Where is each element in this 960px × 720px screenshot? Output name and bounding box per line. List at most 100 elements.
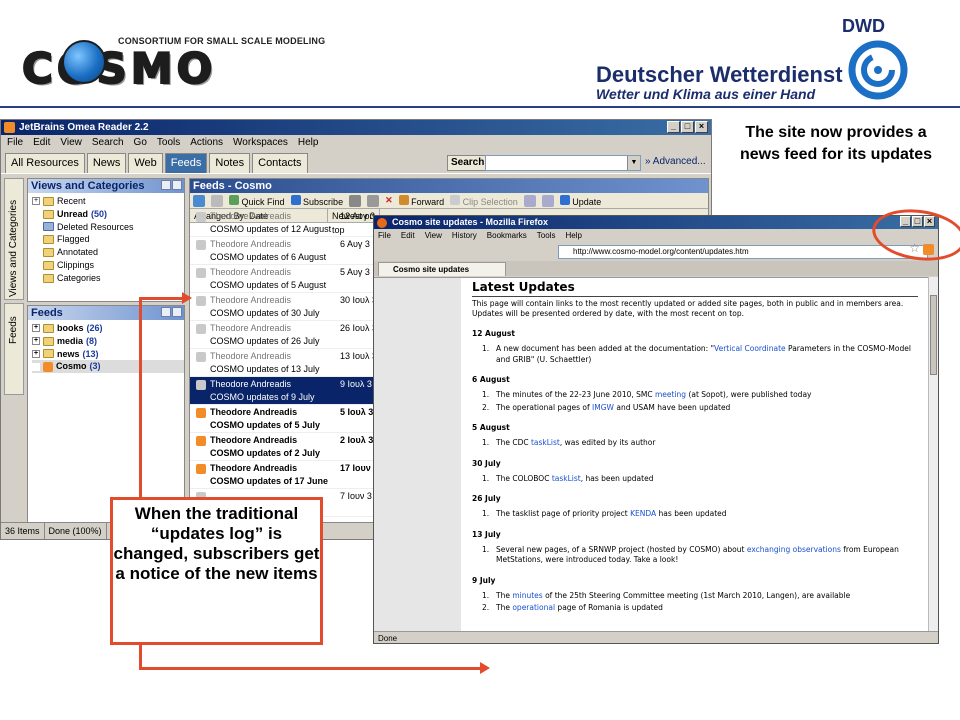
- view-unread[interactable]: Unread (50): [32, 208, 184, 221]
- tab-all-resources[interactable]: All Resources: [5, 153, 85, 173]
- forward-button[interactable]: Forward: [398, 194, 444, 207]
- update-link[interactable]: operational: [512, 603, 555, 612]
- menu-view[interactable]: View: [60, 135, 82, 150]
- update-date: 6 August: [472, 375, 510, 384]
- forward-icon[interactable]: [211, 194, 223, 207]
- list-item-unread[interactable]: Theodore Andreadis 5 Ιουλ 3 COSMO updates …: [190, 405, 380, 433]
- menu-workspaces[interactable]: Workspaces: [233, 135, 288, 150]
- layout-icon[interactable]: [541, 194, 554, 207]
- pane-close-button[interactable]: [172, 307, 182, 317]
- feed-folder-books[interactable]: + books (26): [32, 322, 184, 335]
- ff-menu-file[interactable]: File: [378, 229, 391, 243]
- list-item[interactable]: Theodore Andreadis 30 Ιουλ 3 COSMO updates…: [190, 293, 380, 321]
- tab-news[interactable]: News: [86, 153, 127, 173]
- update-link[interactable]: taskList: [552, 474, 581, 483]
- layout-icon[interactable]: [523, 194, 536, 207]
- view-flagged[interactable]: Flagged: [32, 233, 184, 246]
- delete-icon[interactable]: ✕: [385, 195, 393, 206]
- close-button[interactable]: ×: [695, 121, 708, 133]
- feed-folder-media[interactable]: + media (8): [32, 335, 184, 348]
- search-input[interactable]: [485, 155, 641, 171]
- rss-icon: [196, 408, 206, 418]
- update-link[interactable]: Vertical Coordinate: [714, 344, 786, 353]
- list-item[interactable]: Theodore Andreadis 26 Ιουλ 3 COSMO updates…: [190, 321, 380, 349]
- ff-menu-history[interactable]: History: [452, 229, 477, 243]
- firefox-page: Latest Updates This page will contain li…: [374, 277, 930, 631]
- page-scrollbar[interactable]: [928, 277, 938, 631]
- list-item-unread[interactable]: Theodore Andreadis 17 Ιουν 3 COSMO updates…: [190, 461, 380, 489]
- tab-contacts[interactable]: Contacts: [252, 153, 308, 173]
- expand-icon: +: [32, 197, 40, 206]
- pane-minimize-button[interactable]: [161, 307, 171, 317]
- ff-menu-tools[interactable]: Tools: [537, 229, 556, 243]
- ff-menu-bookmarks[interactable]: Bookmarks: [487, 229, 527, 243]
- update-button[interactable]: Update: [559, 194, 601, 207]
- update-link[interactable]: IMGW: [592, 403, 614, 412]
- callout-news-feed: The site now provides a news feed for it…: [739, 124, 933, 163]
- print-icon[interactable]: [349, 194, 362, 207]
- maximize-button[interactable]: □: [681, 121, 694, 133]
- globe-icon: [62, 40, 106, 84]
- firefox-navbar: http://www.cosmo-model.org/content/updat…: [374, 241, 938, 261]
- list-item-unread[interactable]: Theodore Andreadis 2 Ιουλ 3 COSMO updates …: [190, 433, 380, 461]
- callout-subscribers-notice: When the traditional “updates log” is ch…: [110, 497, 323, 645]
- advanced-search-link[interactable]: » Advanced...: [645, 156, 706, 167]
- menu-tools[interactable]: Tools: [157, 135, 180, 150]
- quick-find-button[interactable]: Quick Find: [229, 194, 285, 207]
- pane-close-button[interactable]: [172, 180, 182, 190]
- vtab-feeds[interactable]: Feeds: [4, 303, 24, 395]
- vtab-views-and-categories[interactable]: Views and Categories: [4, 178, 24, 300]
- view-clippings[interactable]: Clippings: [32, 259, 184, 272]
- update-link[interactable]: taskList: [531, 438, 560, 447]
- view-deleted[interactable]: Deleted Resources: [32, 221, 184, 234]
- tab-web[interactable]: Web: [128, 153, 163, 173]
- update-item: 1. A new document has been added at the d…: [482, 344, 911, 364]
- minimize-button[interactable]: _: [667, 121, 680, 133]
- ff-menu-edit[interactable]: Edit: [401, 229, 415, 243]
- view-annotated[interactable]: Annotated: [32, 246, 184, 259]
- back-icon[interactable]: [193, 194, 205, 207]
- list-item-selected[interactable]: Theodore Andreadis 9 Ιουλ 3 COSMO updates …: [190, 377, 380, 405]
- feed-cosmo[interactable]: Cosmo (3): [32, 360, 184, 374]
- rss-icon: [196, 464, 206, 474]
- menu-go[interactable]: Go: [134, 135, 147, 150]
- subscribe-button[interactable]: Subscribe: [290, 194, 343, 207]
- list-item[interactable]: Theodore Andreadis 5 Αυγ 3 COSMO updates o…: [190, 265, 380, 293]
- update-link[interactable]: exchanging observations: [747, 545, 841, 554]
- list-item[interactable]: Theodore Andreadis 13 Ιουλ 3 COSMO updates…: [190, 349, 380, 377]
- update-link[interactable]: minutes: [512, 591, 542, 600]
- scrollbar-thumb[interactable]: [930, 295, 937, 375]
- url-bar[interactable]: http://www.cosmo-model.org/content/updat…: [558, 245, 928, 259]
- update-link[interactable]: meeting: [655, 390, 686, 399]
- ff-menu-help[interactable]: Help: [565, 229, 581, 243]
- view-categories[interactable]: Categories: [32, 272, 184, 285]
- page-intro: This page will contain links to the most…: [472, 299, 904, 318]
- menu-search[interactable]: Search: [92, 135, 124, 150]
- list-item[interactable]: Theodore Andreadis 6 Αυγ 3 COSMO updates o…: [190, 237, 380, 265]
- arrow-right-icon: [480, 662, 490, 674]
- ff-menu-view[interactable]: View: [425, 229, 442, 243]
- connector-line: [139, 298, 142, 498]
- tab-notes[interactable]: Notes: [209, 153, 251, 173]
- gear-icon[interactable]: [367, 194, 380, 207]
- tab-feeds[interactable]: Feeds: [164, 153, 208, 173]
- menu-actions[interactable]: Actions: [190, 135, 223, 150]
- menu-help[interactable]: Help: [298, 135, 319, 150]
- tab-cosmo-site-updates[interactable]: Cosmo site updates: [378, 262, 506, 276]
- update-date: 5 August: [472, 423, 510, 432]
- menu-edit[interactable]: Edit: [33, 135, 50, 150]
- list-item[interactable]: Theodore Andreadis 12 Αυγ 3 COSMO updates …: [190, 209, 380, 237]
- clip-selection-button[interactable]: Clip Selection: [450, 194, 518, 207]
- update-date: 26 July: [472, 494, 501, 503]
- folder-icon: [43, 196, 54, 206]
- search-label[interactable]: Search: [447, 155, 489, 171]
- menu-file[interactable]: File: [7, 135, 23, 150]
- feeds-pane-title: Feeds: [28, 306, 184, 320]
- folder-icon: [43, 260, 54, 270]
- chevron-down-icon[interactable]: ▼: [627, 156, 640, 170]
- feed-folder-news[interactable]: + news (13): [32, 348, 184, 361]
- view-recent[interactable]: + Recent: [32, 195, 184, 208]
- pane-minimize-button[interactable]: [161, 180, 171, 190]
- update-link[interactable]: KENDA: [630, 509, 656, 518]
- firefox-icon: [377, 218, 387, 228]
